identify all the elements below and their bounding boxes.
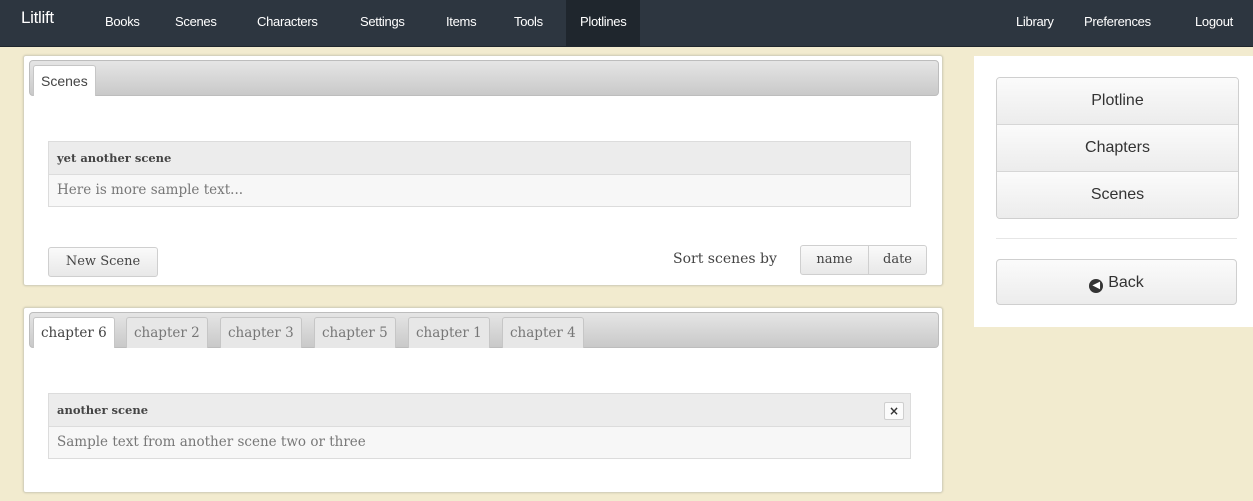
chapters-tabbar: chapter 6 chapter 2 chapter 3 chapter 5 … <box>29 312 939 348</box>
new-scene-button[interactable]: New Scene <box>48 247 158 277</box>
tab-chapter-2[interactable]: chapter 2 <box>126 317 208 348</box>
arrow-left-circle-icon: ◀ <box>1089 279 1104 293</box>
scenes-panel: Scenes yet another scene Here is more sa… <box>23 55 943 286</box>
scene-card-another-scene[interactable]: another scene × Sample text from another… <box>48 393 911 459</box>
tab-chapter-5[interactable]: chapter 5 <box>314 317 396 348</box>
top-navbar: Litlift Books Scenes Characters Settings… <box>0 0 1253 47</box>
back-button[interactable]: ◀ Back <box>996 259 1237 305</box>
sidebar: Plotline Chapters Scenes ◀ Back <box>974 56 1253 327</box>
nav-settings[interactable]: Settings <box>360 0 405 46</box>
tab-chapter-6[interactable]: chapter 6 <box>33 317 115 348</box>
chapters-panel: chapter 6 chapter 2 chapter 3 chapter 5 … <box>23 307 943 493</box>
close-icon[interactable]: × <box>884 402 904 420</box>
nav-characters[interactable]: Characters <box>257 0 318 46</box>
sort-by-name-button[interactable]: name <box>800 245 869 275</box>
plotline-button[interactable]: Plotline <box>997 78 1238 125</box>
scenes-tabbar: Scenes <box>29 60 939 96</box>
scene-text: Sample text from another scene two or th… <box>57 434 366 450</box>
nav-logout[interactable]: Logout <box>1195 0 1233 46</box>
scene-card-yet-another-scene[interactable]: yet another scene Here is more sample te… <box>48 141 911 207</box>
tab-chapter-3[interactable]: chapter 3 <box>220 317 302 348</box>
sidebar-divider <box>996 238 1237 239</box>
brand-logo[interactable]: Litlift <box>21 8 54 28</box>
nav-books[interactable]: Books <box>105 0 140 46</box>
sort-by-date-button[interactable]: date <box>868 245 927 275</box>
scenes-button[interactable]: Scenes <box>997 172 1238 218</box>
nav-library[interactable]: Library <box>1016 0 1054 46</box>
sort-scenes-label: Sort scenes by <box>673 251 777 267</box>
nav-items[interactable]: Items <box>446 0 477 46</box>
nav-scenes[interactable]: Scenes <box>175 0 217 46</box>
nav-plotlines[interactable]: Plotlines <box>566 0 641 46</box>
scene-title[interactable]: yet another scene <box>49 142 910 175</box>
scene-text: Here is more sample text... <box>57 182 244 198</box>
nav-tools[interactable]: Tools <box>514 0 543 46</box>
tab-chapter-1[interactable]: chapter 1 <box>408 317 490 348</box>
chapters-button[interactable]: Chapters <box>997 125 1238 172</box>
sidebar-button-group: Plotline Chapters Scenes <box>996 77 1239 219</box>
nav-preferences[interactable]: Preferences <box>1084 0 1151 46</box>
back-button-label: Back <box>1108 274 1144 291</box>
scene-title-text: another scene <box>57 403 149 417</box>
tab-chapter-4[interactable]: chapter 4 <box>502 317 584 348</box>
tab-scenes[interactable]: Scenes <box>33 65 96 96</box>
scene-title[interactable]: another scene × <box>49 394 910 427</box>
